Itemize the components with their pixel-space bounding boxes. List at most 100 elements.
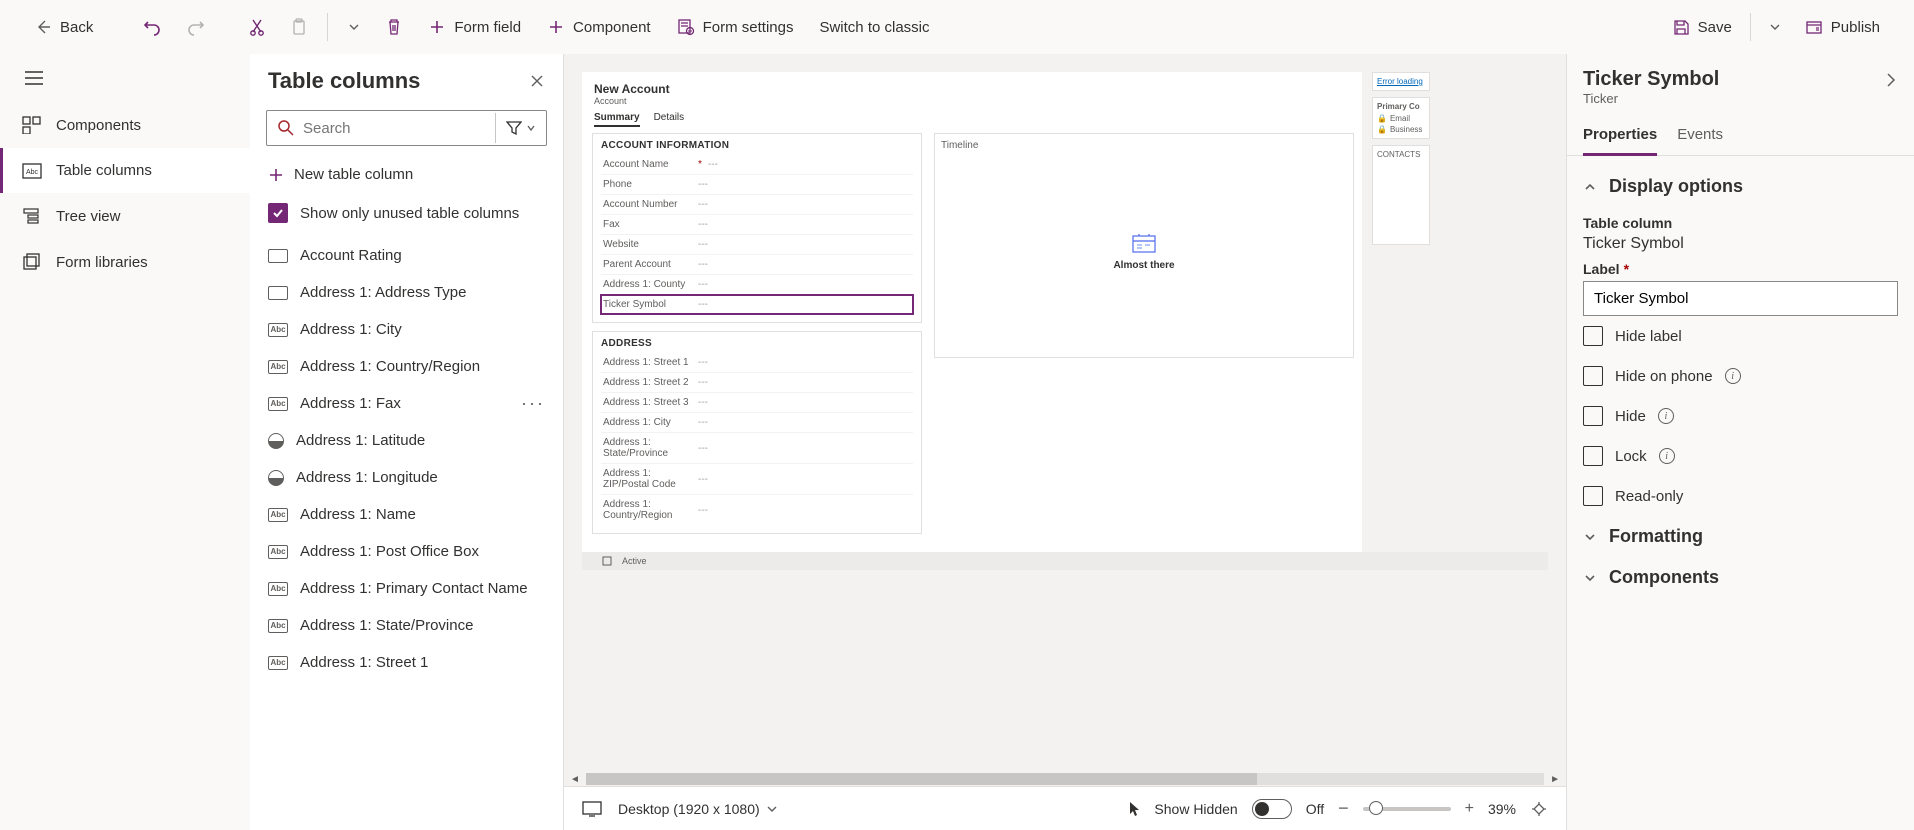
- column-item[interactable]: AbcAddress 1: Post Office Box: [250, 533, 563, 570]
- hamburger-button[interactable]: [0, 54, 250, 102]
- form-field-row[interactable]: Account Number---: [601, 195, 913, 215]
- column-label: Address 1: Name: [300, 506, 416, 523]
- column-list[interactable]: Account RatingAddress 1: Address TypeAbc…: [250, 237, 563, 830]
- form-settings-icon: [677, 18, 695, 36]
- show-only-unused-checkbox[interactable]: Show only unused table columns: [250, 195, 563, 237]
- info-icon[interactable]: i: [1659, 448, 1675, 464]
- label-input[interactable]: [1583, 281, 1898, 316]
- search-input[interactable]: [303, 120, 485, 137]
- form-field-row[interactable]: Address 1: Street 1---: [601, 353, 913, 373]
- cut-button[interactable]: [241, 12, 273, 42]
- tab-events[interactable]: Events: [1677, 118, 1723, 155]
- viewport-selector[interactable]: Desktop (1920 x 1080): [618, 801, 778, 817]
- form-field-row[interactable]: Address 1: Country/Region---: [601, 495, 913, 525]
- back-button[interactable]: Back: [26, 12, 101, 42]
- fit-to-screen-button[interactable]: [1530, 800, 1548, 818]
- close-panel-button[interactable]: [529, 73, 545, 89]
- form-field-row[interactable]: Address 1: State/Province---: [601, 433, 913, 464]
- stub-contacts-card[interactable]: CONTACTS: [1372, 145, 1430, 245]
- components-label: Components: [1609, 567, 1719, 588]
- top-toolbar: Back Form field Component Form settings: [0, 0, 1914, 54]
- stub-primary-card[interactable]: Primary Co 🔒Email 🔒Business: [1372, 97, 1430, 139]
- stub-error-card[interactable]: Error loading: [1372, 72, 1430, 91]
- redo-button[interactable]: [179, 12, 213, 42]
- form-field-row[interactable]: Address 1: City---: [601, 413, 913, 433]
- save-chevron-button[interactable]: [1761, 15, 1789, 39]
- column-item[interactable]: AbcAddress 1: Fax···: [250, 385, 563, 422]
- field-label: Parent Account: [603, 259, 698, 270]
- nav-form-libraries[interactable]: Form libraries: [0, 239, 250, 285]
- timeline-section[interactable]: Timeline Almost there: [934, 133, 1354, 358]
- nav-table-columns[interactable]: Abc Table columns: [0, 148, 250, 193]
- column-item[interactable]: AbcAddress 1: Street 1: [250, 644, 563, 681]
- scroll-left-icon[interactable]: ◄: [570, 774, 580, 785]
- table-column-heading: Table column: [1583, 215, 1898, 231]
- delete-button[interactable]: [378, 12, 410, 42]
- column-item[interactable]: AbcAddress 1: State/Province: [250, 607, 563, 644]
- hide-on-phone-checkbox[interactable]: Hide on phone i: [1583, 356, 1898, 396]
- column-item[interactable]: Account Rating: [250, 237, 563, 274]
- column-label: Address 1: Country/Region: [300, 358, 480, 375]
- checkbox-icon: [1583, 486, 1603, 506]
- form-field-row[interactable]: Fax---: [601, 215, 913, 235]
- hide-checkbox[interactable]: Hide i: [1583, 396, 1898, 436]
- form-tab-details[interactable]: Details: [654, 112, 685, 127]
- horizontal-scrollbar[interactable]: ◄ ►: [564, 772, 1566, 786]
- section-display-options[interactable]: Display options: [1583, 166, 1898, 207]
- form-settings-button[interactable]: Form settings: [669, 12, 802, 42]
- svg-text:Abc: Abc: [26, 169, 39, 176]
- form-field-row[interactable]: Address 1: County---: [601, 275, 913, 295]
- add-component-button[interactable]: Component: [539, 12, 659, 42]
- switch-classic-button[interactable]: Switch to classic: [811, 13, 937, 42]
- info-icon[interactable]: i: [1658, 408, 1674, 424]
- column-item[interactable]: AbcAddress 1: Name: [250, 496, 563, 533]
- form-field-row[interactable]: Account Name*---: [601, 155, 913, 175]
- column-item[interactable]: Address 1: Longitude: [250, 459, 563, 496]
- section-address[interactable]: ADDRESS Address 1: Street 1---Address 1:…: [592, 331, 922, 534]
- column-item[interactable]: AbcAddress 1: Primary Contact Name: [250, 570, 563, 607]
- form-field-row[interactable]: Address 1: Street 3---: [601, 393, 913, 413]
- form-field-row[interactable]: Parent Account---: [601, 255, 913, 275]
- nav-components[interactable]: Components: [0, 102, 250, 148]
- show-hidden-toggle[interactable]: [1252, 799, 1292, 819]
- read-only-checkbox[interactable]: Read-only: [1583, 476, 1898, 516]
- section-account-info[interactable]: ACCOUNT INFORMATION Account Name*---Phon…: [592, 133, 922, 323]
- scroll-right-icon[interactable]: ►: [1550, 774, 1560, 785]
- form-field-label: Form field: [454, 19, 521, 36]
- column-item[interactable]: Address 1: Latitude: [250, 422, 563, 459]
- zoom-in-button[interactable]: +: [1465, 800, 1474, 818]
- hide-label-checkbox[interactable]: Hide label: [1583, 316, 1898, 356]
- lock-checkbox[interactable]: Lock i: [1583, 436, 1898, 476]
- expand-panel-button[interactable]: [1884, 70, 1898, 90]
- section-components[interactable]: Components: [1583, 557, 1898, 598]
- filter-button[interactable]: [495, 113, 546, 143]
- form-field-row[interactable]: Ticker Symbol---: [601, 295, 913, 314]
- search-row: [266, 110, 547, 146]
- tab-properties[interactable]: Properties: [1583, 118, 1657, 156]
- publish-button[interactable]: Publish: [1797, 12, 1888, 42]
- zoom-out-button[interactable]: −: [1338, 798, 1349, 819]
- more-button[interactable]: ···: [521, 393, 545, 414]
- checkbox-icon: [1583, 366, 1603, 386]
- save-button[interactable]: Save: [1664, 12, 1740, 42]
- add-form-field-button[interactable]: Form field: [420, 12, 529, 42]
- nav-tree-view[interactable]: Tree view: [0, 193, 250, 239]
- form-field-row[interactable]: Address 1: ZIP/Postal Code---: [601, 464, 913, 495]
- new-table-column-button[interactable]: New table column: [250, 154, 563, 195]
- form-field-row[interactable]: Address 1: Street 2---: [601, 373, 913, 393]
- info-icon[interactable]: i: [1725, 368, 1741, 384]
- paste-chevron-button[interactable]: [340, 15, 368, 39]
- error-loading-link[interactable]: Error loading: [1377, 77, 1423, 86]
- undo-button[interactable]: [135, 12, 169, 42]
- section-formatting[interactable]: Formatting: [1583, 516, 1898, 557]
- paste-button[interactable]: [283, 12, 315, 42]
- form-field-row[interactable]: Phone---: [601, 175, 913, 195]
- form-tab-summary[interactable]: Summary: [594, 112, 640, 127]
- column-item[interactable]: AbcAddress 1: Country/Region: [250, 348, 563, 385]
- column-item[interactable]: Address 1: Address Type: [250, 274, 563, 311]
- column-item[interactable]: AbcAddress 1: City: [250, 311, 563, 348]
- form-preview[interactable]: New Account Account Summary Details ACCO…: [582, 72, 1362, 552]
- form-field-row[interactable]: Website---: [601, 235, 913, 255]
- canvas-scroll[interactable]: New Account Account Summary Details ACCO…: [564, 54, 1566, 772]
- zoom-slider[interactable]: [1363, 807, 1451, 811]
